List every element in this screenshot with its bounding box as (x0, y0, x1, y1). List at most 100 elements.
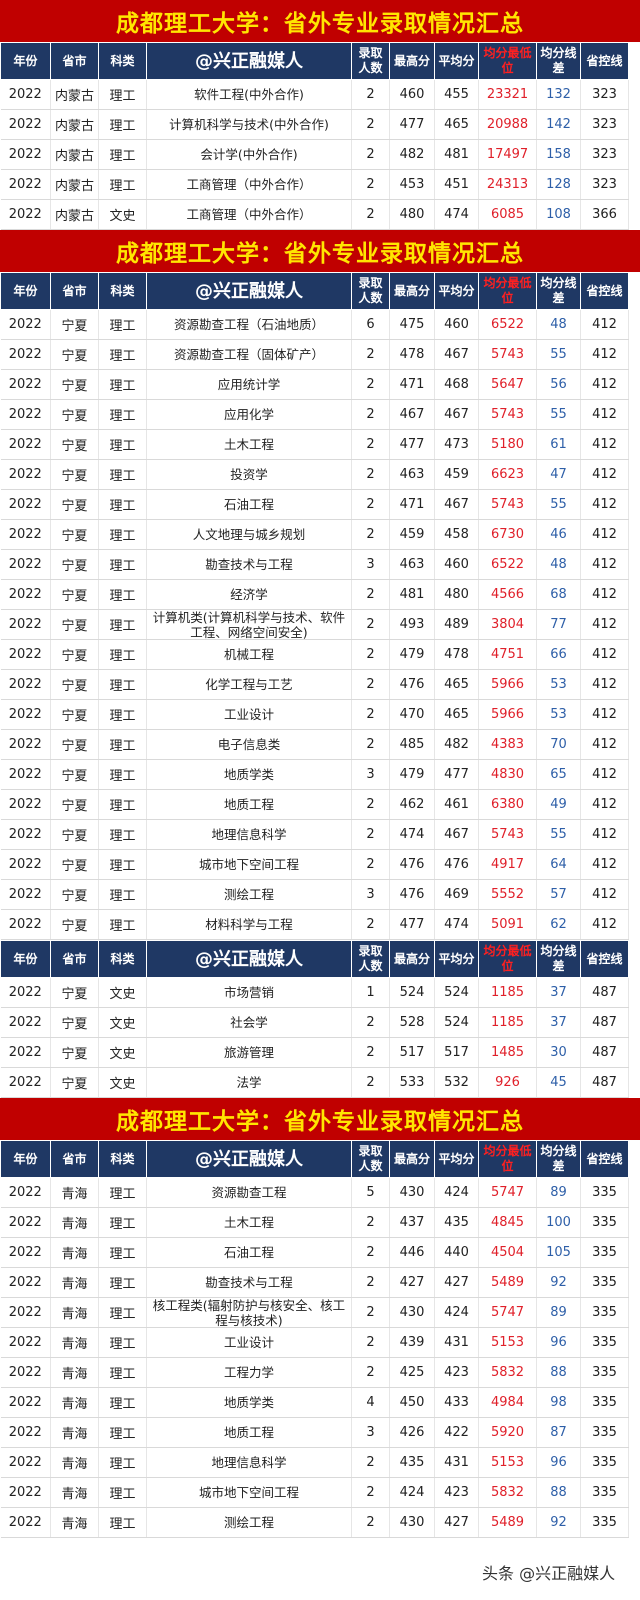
max-score-cell: 439 (389, 1327, 435, 1358)
enrolled-cell: 2 (351, 399, 390, 430)
avg-diff-cell: 57 (536, 879, 581, 910)
year-cell: 2022 (0, 489, 51, 520)
avg-min-rank-cell: 5743 (478, 819, 537, 850)
avg-min-rank-cell: 5743 (478, 399, 537, 430)
category-cell: 理工 (98, 1327, 147, 1358)
major-cell: 资源勘查工程（石油地质） (146, 309, 352, 340)
avg-score-cell: 459 (434, 459, 479, 490)
enrolled-cell: 2 (351, 699, 390, 730)
category-cell: 理工 (98, 369, 147, 400)
avg-score-cell: 431 (434, 1327, 479, 1358)
major-name: 材料科学与工程 (205, 917, 293, 932)
category-cell: 理工 (98, 309, 147, 340)
table-row: 2022 宁夏 理工 化学工程与工艺 2 476 465 5966 53 412 (0, 669, 629, 700)
avg-min-rank-cell: 4830 (478, 759, 537, 790)
control-line-cell: 412 (580, 669, 629, 700)
table-row: 2022 青海 理工 资源勘查工程 5 430 424 5747 89 335 (0, 1177, 629, 1208)
avg-min-rank-cell: 5966 (478, 669, 537, 700)
avg-min-rank-cell: 20988 (478, 109, 537, 140)
table-row: 2022 宁夏 理工 工业设计 2 470 465 5966 53 412 (0, 699, 629, 730)
major-name: 社会学 (230, 1015, 268, 1030)
table-row: 2022 青海 理工 石油工程 2 446 440 4504 105 335 (0, 1237, 629, 1268)
max-score-cell: 528 (389, 1007, 435, 1038)
avg-diff-cell: 89 (536, 1297, 581, 1328)
avg-diff-cell: 64 (536, 849, 581, 880)
column-header: 省市 (50, 42, 99, 80)
province-cell: 宁夏 (50, 909, 99, 940)
category-cell: 理工 (98, 729, 147, 760)
major-name: 土木工程 (223, 1215, 274, 1230)
control-line-cell: 335 (580, 1177, 629, 1208)
avg-min-rank-cell: 6522 (478, 309, 537, 340)
category-cell: 理工 (98, 1177, 147, 1208)
control-line-cell: 412 (580, 819, 629, 850)
enrolled-cell: 2 (351, 79, 390, 110)
year-cell: 2022 (0, 909, 51, 940)
max-score-cell: 476 (389, 879, 435, 910)
column-header: 科类 (98, 1140, 147, 1178)
year-cell: 2022 (0, 759, 51, 790)
max-score-cell: 479 (389, 759, 435, 790)
major-cell: 旅游管理 (146, 1037, 352, 1068)
enrolled-cell: 2 (351, 639, 390, 670)
avg-diff-cell: 92 (536, 1267, 581, 1298)
avg-min-rank-cell: 5747 (478, 1177, 537, 1208)
avg-diff-cell: 87 (536, 1417, 581, 1448)
year-cell: 2022 (0, 1297, 51, 1328)
major-cell: 地质学类 (146, 759, 352, 790)
max-score-cell: 517 (389, 1037, 435, 1068)
avg-min-rank-cell: 5489 (478, 1267, 537, 1298)
avg-diff-cell: 100 (536, 1207, 581, 1238)
avg-min-rank-cell: 5743 (478, 339, 537, 370)
column-header: 省市 (50, 940, 99, 978)
category-cell: 理工 (98, 579, 147, 610)
table-row: 2022 宁夏 理工 资源勘查工程（固体矿产） 2 478 467 5743 55 412 (0, 339, 629, 370)
max-score-cell: 453 (389, 169, 435, 200)
category-cell: 理工 (98, 1207, 147, 1238)
table-row: 2022 青海 理工 城市地下空间工程 2 424 423 5832 88 335 (0, 1477, 629, 1508)
year-cell: 2022 (0, 669, 51, 700)
avg-score-cell: 467 (434, 819, 479, 850)
avg-score-cell: 478 (434, 639, 479, 670)
max-score-cell: 471 (389, 489, 435, 520)
year-cell: 2022 (0, 879, 51, 910)
year-cell: 2022 (0, 1037, 51, 1068)
avg-min-rank-cell: 4984 (478, 1387, 537, 1418)
category-cell: 理工 (98, 109, 147, 140)
max-score-cell: 430 (389, 1177, 435, 1208)
avg-score-cell: 532 (434, 1067, 479, 1098)
control-line-cell: 323 (580, 139, 629, 170)
province-cell: 宁夏 (50, 669, 99, 700)
avg-score-cell: 467 (434, 399, 479, 430)
avg-min-rank-cell: 1185 (478, 977, 537, 1008)
province-cell: 青海 (50, 1327, 99, 1358)
avg-diff-cell: 55 (536, 339, 581, 370)
column-header: @兴正融媒人 (146, 940, 352, 978)
major-name: 机械工程 (223, 647, 274, 662)
major-cell: 计算机类(计算机科学与技术、软件工程、网络空间安全) (146, 609, 352, 640)
avg-score-cell: 489 (434, 609, 479, 640)
major-cell: 测绘工程 (146, 879, 352, 910)
major-cell: 应用化学 (146, 399, 352, 430)
max-score-cell: 463 (389, 549, 435, 580)
year-cell: 2022 (0, 549, 51, 580)
column-header: 平均分 (434, 940, 479, 978)
column-header: 省市 (50, 272, 99, 310)
major-cell: 法学 (146, 1067, 352, 1098)
table-row: 2022 内蒙古 理工 计算机科学与技术(中外合作) 2 477 465 20988 142 32… (0, 109, 629, 140)
province-cell: 宁夏 (50, 759, 99, 790)
max-score-cell: 533 (389, 1067, 435, 1098)
avg-score-cell: 433 (434, 1387, 479, 1418)
province-cell: 青海 (50, 1417, 99, 1448)
column-header: 均分最低位 (478, 42, 537, 80)
avg-min-rank-cell: 5832 (478, 1477, 537, 1508)
table-row: 2022 宁夏 理工 投资学 2 463 459 6623 47 412 (0, 459, 629, 490)
major-name: 计算机科学与技术(中外合作) (169, 117, 329, 132)
year-cell: 2022 (0, 1477, 51, 1508)
category-cell: 理工 (98, 489, 147, 520)
max-score-cell: 478 (389, 339, 435, 370)
enrolled-cell: 4 (351, 1387, 390, 1418)
avg-score-cell: 424 (434, 1297, 479, 1328)
control-line-cell: 412 (580, 369, 629, 400)
major-name: 城市地下空间工程 (198, 857, 299, 872)
